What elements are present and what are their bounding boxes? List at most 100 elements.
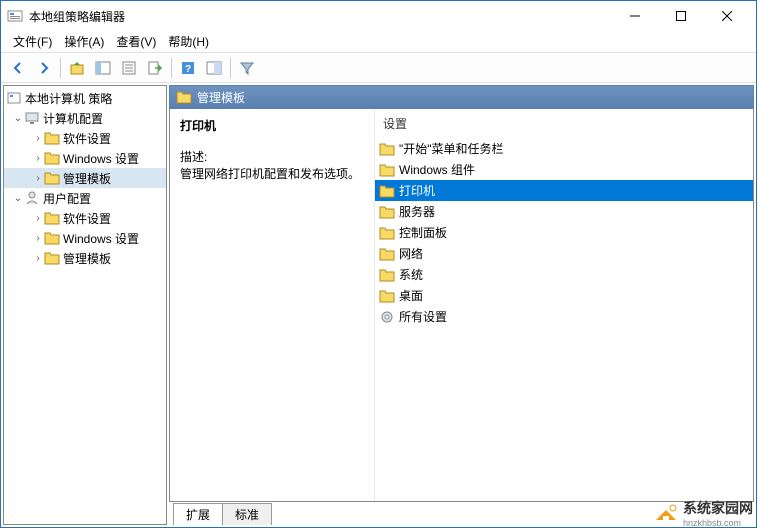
menu-help[interactable]: 帮助(H) [162, 31, 215, 52]
toolbar-separator [171, 58, 172, 78]
maximize-button[interactable] [658, 2, 704, 30]
settings-item[interactable]: "开始"菜单和任务栏 [375, 138, 753, 159]
tree-label: 计算机配置 [43, 110, 103, 127]
folder-icon [379, 246, 395, 262]
window-title: 本地组策略编辑器 [29, 8, 612, 25]
tab-standard[interactable]: 标准 [222, 503, 272, 525]
menu-action[interactable]: 操作(A) [58, 31, 110, 52]
panel-header: 管理模板 [169, 85, 754, 109]
expand-icon[interactable]: › [32, 213, 44, 224]
folder-icon [44, 130, 60, 146]
tree-panel[interactable]: 本地计算机 策略 ⌄ 计算机配置 › 软件设置 › Windows 设置 › 管… [3, 85, 167, 525]
folder-icon [379, 204, 395, 220]
folder-icon [379, 183, 395, 199]
app-window: 本地组策略编辑器 文件(F) 操作(A) 查看(V) 帮助(H) ? 本地计算机… [0, 0, 757, 528]
settings-item[interactable]: 控制面板 [375, 222, 753, 243]
collapse-icon[interactable]: ⌄ [12, 193, 24, 204]
titlebar: 本地组策略编辑器 [1, 1, 756, 31]
folder-icon [379, 267, 395, 283]
details-button[interactable] [202, 56, 226, 80]
tree-label: 管理模板 [63, 170, 111, 187]
settings-item-label: 打印机 [399, 182, 435, 199]
settings-column-header[interactable]: 设置 [375, 109, 753, 138]
up-button[interactable] [65, 56, 89, 80]
expand-icon[interactable]: › [32, 153, 44, 164]
tree-root[interactable]: 本地计算机 策略 [4, 88, 166, 108]
computer-icon [24, 110, 40, 126]
folder-icon [44, 210, 60, 226]
settings-item[interactable]: 桌面 [375, 285, 753, 306]
settings-item-label: 网络 [399, 245, 423, 262]
settings-item[interactable]: 网络 [375, 243, 753, 264]
tree-label: 管理模板 [63, 250, 111, 267]
detail-pane: 打印机 描述: 管理网络打印机配置和发布选项。 [170, 109, 375, 501]
tree-label: 用户配置 [43, 190, 91, 207]
back-button[interactable] [6, 56, 30, 80]
tree-label: 本地计算机 策略 [25, 90, 112, 107]
expand-icon[interactable]: › [32, 133, 44, 144]
expand-icon[interactable]: › [32, 253, 44, 264]
watermark-url: hnzkhbsb.com [683, 518, 753, 528]
settings-icon [379, 309, 395, 325]
folder-icon [379, 162, 395, 178]
svg-text:?: ? [185, 64, 191, 75]
app-icon [7, 8, 23, 24]
right-panel: 管理模板 打印机 描述: 管理网络打印机配置和发布选项。 设置 "开始"菜单和任… [169, 85, 754, 525]
settings-item-label: 系统 [399, 266, 423, 283]
settings-item-label: 所有设置 [399, 308, 447, 325]
tree-item-admin-templates[interactable]: › 管理模板 [4, 248, 166, 268]
folder-icon [44, 170, 60, 186]
close-button[interactable] [704, 2, 750, 30]
tree-label: 软件设置 [63, 130, 111, 147]
folder-icon [44, 230, 60, 246]
toolbar: ? [1, 53, 756, 83]
minimize-button[interactable] [612, 2, 658, 30]
expand-icon[interactable]: › [32, 173, 44, 184]
settings-item[interactable]: 系统 [375, 264, 753, 285]
settings-item-label: 控制面板 [399, 224, 447, 241]
tree-label: Windows 设置 [63, 230, 139, 247]
tab-extended[interactable]: 扩展 [173, 503, 223, 525]
settings-list[interactable]: 设置 "开始"菜单和任务栏 Windows 组件打印机服务器控制面板网络系统桌面所… [375, 109, 753, 501]
selected-item-title: 打印机 [180, 117, 364, 134]
collapse-icon[interactable]: ⌄ [12, 113, 24, 124]
toolbar-separator [230, 58, 231, 78]
help-button[interactable]: ? [176, 56, 200, 80]
folder-icon [44, 150, 60, 166]
folder-icon [176, 89, 192, 105]
expand-icon[interactable]: › [32, 233, 44, 244]
tree-item-software[interactable]: › 软件设置 [4, 208, 166, 228]
tree-label: 软件设置 [63, 210, 111, 227]
description-label: 描述: [180, 148, 364, 165]
menu-view[interactable]: 查看(V) [110, 31, 162, 52]
toolbar-separator [60, 58, 61, 78]
watermark: 系统家园网 hnzkhbsb.com [653, 498, 753, 528]
settings-item[interactable]: 打印机 [375, 180, 753, 201]
tree-item-windows[interactable]: › Windows 设置 [4, 148, 166, 168]
settings-item[interactable]: 服务器 [375, 201, 753, 222]
tree-item-software[interactable]: › 软件设置 [4, 128, 166, 148]
folder-icon [379, 225, 395, 241]
panel-body: 打印机 描述: 管理网络打印机配置和发布选项。 设置 "开始"菜单和任务栏 Win… [169, 109, 754, 502]
description-text: 管理网络打印机配置和发布选项。 [180, 165, 364, 182]
tree-label: Windows 设置 [63, 150, 139, 167]
show-hide-tree-button[interactable] [91, 56, 115, 80]
forward-button[interactable] [32, 56, 56, 80]
settings-item-label: 桌面 [399, 287, 423, 304]
settings-item[interactable]: Windows 组件 [375, 159, 753, 180]
export-button[interactable] [143, 56, 167, 80]
tree-item-windows[interactable]: › Windows 设置 [4, 228, 166, 248]
tree-item-admin-templates[interactable]: › 管理模板 [4, 168, 166, 188]
menu-file[interactable]: 文件(F) [7, 31, 58, 52]
folder-icon [379, 141, 395, 157]
tree-computer-config[interactable]: ⌄ 计算机配置 [4, 108, 166, 128]
settings-item[interactable]: 所有设置 [375, 306, 753, 327]
panel-header-title: 管理模板 [197, 89, 245, 106]
properties-button[interactable] [117, 56, 141, 80]
user-icon [24, 190, 40, 206]
tree-user-config[interactable]: ⌄ 用户配置 [4, 188, 166, 208]
filter-button[interactable] [235, 56, 259, 80]
folder-icon [44, 250, 60, 266]
settings-item-label: Windows 组件 [399, 161, 475, 178]
watermark-name: 系统家园网 [683, 500, 753, 516]
